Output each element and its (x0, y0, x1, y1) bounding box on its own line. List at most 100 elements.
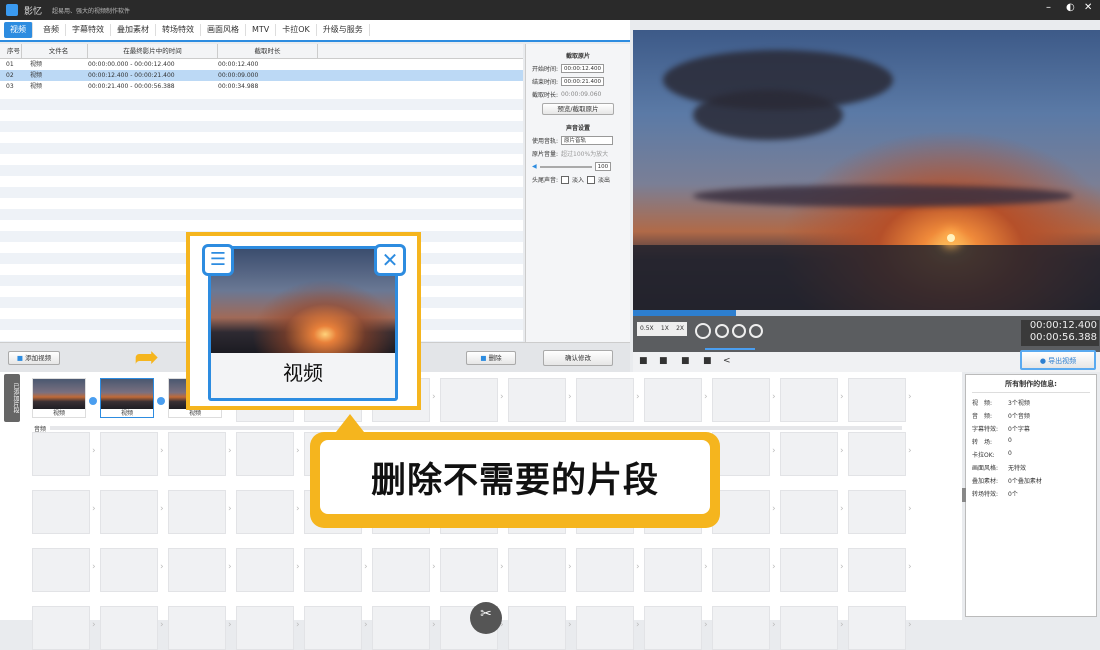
tab-karaoke[interactable]: 卡拉OK (276, 24, 317, 36)
timeline-slot[interactable] (712, 378, 770, 422)
timeline-slot[interactable] (576, 378, 634, 422)
timeline-slot[interactable] (304, 548, 362, 592)
speed-selector[interactable]: 0.5X 1X 2X (637, 322, 687, 336)
prev-frame-icon[interactable] (732, 324, 746, 338)
settings-button[interactable]: ◐ (1066, 2, 1075, 13)
save-project-icon[interactable]: ■ (681, 356, 690, 366)
tab-subtitle[interactable]: 字幕特效 (66, 24, 111, 36)
timeline-slot[interactable] (32, 548, 90, 592)
fade-out-checkbox[interactable] (587, 175, 596, 184)
speed-normal[interactable]: 1X (661, 325, 669, 333)
tab-upgrade[interactable]: 升级与服务 (317, 24, 370, 36)
volume-input[interactable]: 100 (594, 162, 612, 171)
timeline-slot[interactable] (168, 432, 226, 476)
timeline-slot[interactable] (644, 548, 702, 592)
timeline-slot[interactable] (712, 432, 770, 476)
timeline-slot[interactable] (780, 548, 838, 592)
next-frame-icon[interactable] (749, 324, 763, 338)
timeline-slot[interactable] (100, 432, 158, 476)
timeline-slot[interactable] (100, 490, 158, 534)
timeline-slot[interactable] (780, 606, 838, 650)
timeline-slot[interactable] (440, 548, 498, 592)
timeline-slot[interactable] (780, 432, 838, 476)
enlarged-clip[interactable]: 视频 (208, 246, 398, 401)
timeline-slot[interactable] (304, 606, 362, 650)
player-volume-slider[interactable] (705, 348, 755, 350)
progress-bar[interactable] (633, 310, 1100, 316)
open-project-icon[interactable]: ■ (659, 356, 668, 366)
timeline-slot[interactable] (508, 606, 566, 650)
timeline-slot[interactable] (236, 548, 294, 592)
play-icon[interactable] (695, 323, 711, 339)
volume-slider[interactable] (539, 165, 592, 168)
share-icon[interactable]: < (723, 356, 731, 366)
table-row-selected[interactable]: 02 视频 00:00:12.400 - 00:00:21.400 00:00:09.… (0, 70, 523, 81)
timeline-slot[interactable] (644, 606, 702, 650)
end-time-input[interactable]: 00:00:21.400 (561, 77, 604, 86)
timeline-slot[interactable] (848, 490, 906, 534)
timeline-slot[interactable] (644, 378, 702, 422)
timeline-slot[interactable] (32, 606, 90, 650)
timeline-slot[interactable] (32, 432, 90, 476)
timeline-slot[interactable] (712, 548, 770, 592)
list-menu-icon[interactable]: ☰ (202, 244, 234, 276)
timeline-slot[interactable] (440, 378, 498, 422)
stop-icon[interactable] (715, 324, 729, 338)
help-icon[interactable]: ■ (703, 356, 712, 366)
tab-transition[interactable]: 转场特效 (156, 24, 201, 36)
timeline-slot[interactable] (848, 378, 906, 422)
tab-audio[interactable]: 音频 (37, 24, 66, 36)
timeline-slot[interactable] (780, 490, 838, 534)
minimize-button[interactable]: – (1046, 2, 1051, 13)
timeline-slot[interactable] (100, 606, 158, 650)
table-row[interactable]: 01 视频 00:00:00.000 - 00:00:12.400 00:00:12.… (0, 59, 523, 70)
timeline-clip[interactable]: 视频 (32, 378, 86, 418)
tab-overlay[interactable]: 叠加素材 (111, 24, 156, 36)
close-clip-icon[interactable]: ✕ (374, 244, 406, 276)
add-video-button[interactable]: ■ 添加视频 (8, 351, 60, 365)
timeline-slot[interactable] (508, 378, 566, 422)
timeline-slot[interactable] (508, 548, 566, 592)
fade-in-checkbox[interactable] (561, 175, 570, 184)
scissors-icon[interactable]: ✂ (470, 602, 502, 634)
timeline-slot[interactable] (32, 490, 90, 534)
timeline-slot[interactable] (236, 490, 294, 534)
timeline-slot[interactable] (712, 490, 770, 534)
export-video-button[interactable]: ● 导出视频 (1020, 350, 1096, 370)
timeline-slot[interactable] (372, 606, 430, 650)
new-project-icon[interactable]: ■ (639, 356, 648, 366)
timeline-slot[interactable] (712, 606, 770, 650)
preview-cut-button[interactable]: 预览/截取原片 (542, 103, 614, 115)
speed-slow[interactable]: 0.5X (640, 325, 654, 333)
timeline-clip-selected[interactable]: 视频 (100, 378, 154, 418)
timeline-slot[interactable] (848, 606, 906, 650)
tab-video[interactable]: 视频 (4, 22, 33, 38)
start-time-input[interactable]: 00:00:12.400 (561, 64, 604, 73)
timeline-slot[interactable] (236, 606, 294, 650)
timeline-slot[interactable] (168, 490, 226, 534)
slot-arrow-icon: › (160, 504, 164, 514)
speed-fast[interactable]: 2X (676, 325, 684, 333)
delete-button[interactable]: ■ 删除 (466, 351, 516, 365)
slot-arrow-icon: › (840, 562, 844, 572)
track-select[interactable]: 原片音轨 (561, 136, 614, 145)
panel-collapse-handle[interactable] (962, 488, 966, 502)
timeline-slot[interactable] (576, 606, 634, 650)
tab-style[interactable]: 画面风格 (201, 24, 246, 36)
timeline-slot[interactable] (100, 548, 158, 592)
confirm-button[interactable]: 确认修改 (543, 350, 613, 366)
timeline-slot[interactable] (576, 548, 634, 592)
timeline-slot[interactable] (168, 548, 226, 592)
timeline-slot[interactable] (168, 606, 226, 650)
table-row[interactable]: 03 视频 00:00:21.400 - 00:00:56.388 00:00:34.… (0, 81, 523, 92)
timeline-slot[interactable] (236, 432, 294, 476)
tab-mtv[interactable]: MTV (246, 24, 277, 36)
timeline-slot[interactable] (372, 548, 430, 592)
side-tab[interactable]: 已添加片段 (4, 374, 20, 422)
close-button[interactable]: ✕ (1084, 2, 1092, 13)
cell: 视频 (30, 83, 43, 90)
timeline-slot[interactable] (848, 548, 906, 592)
timeline-slot[interactable] (848, 432, 906, 476)
timeline-slot[interactable] (780, 378, 838, 422)
video-preview[interactable] (633, 30, 1100, 310)
